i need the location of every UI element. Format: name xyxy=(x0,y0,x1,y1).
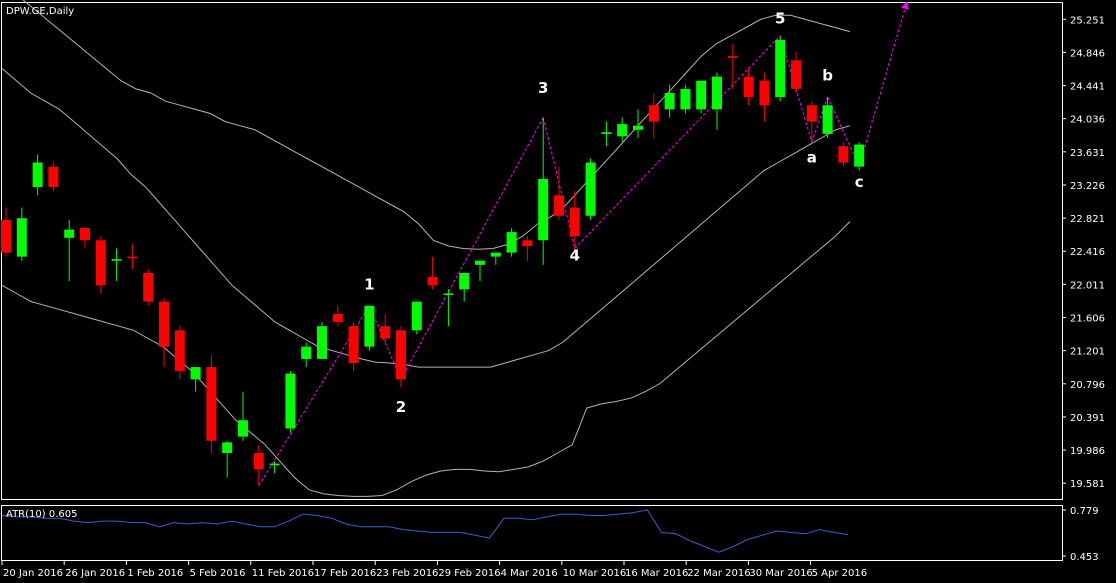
candle-body[interactable] xyxy=(791,60,801,89)
y-tick-label: 21.606 xyxy=(1070,314,1105,325)
x-tick-label: 20 Jan 2016 xyxy=(3,568,63,579)
candle-body[interactable] xyxy=(759,80,770,106)
y-tick-label: 24.846 xyxy=(1070,48,1105,59)
candle-body[interactable] xyxy=(459,273,470,290)
candle-body[interactable] xyxy=(396,330,406,380)
candle-body[interactable] xyxy=(332,313,343,323)
wave-label-5: 5 xyxy=(775,9,785,27)
candle-body[interactable] xyxy=(348,326,359,363)
y-tick-label: 19.581 xyxy=(1070,479,1105,490)
x-tick-label: 4 Mar 2016 xyxy=(501,568,558,579)
candle-body[interactable] xyxy=(364,305,375,347)
candle-body[interactable] xyxy=(554,195,564,216)
candle-body[interactable] xyxy=(269,463,280,466)
candle-body[interactable] xyxy=(111,259,122,261)
x-tick-label: 17 Feb 2016 xyxy=(314,568,376,579)
candle-body[interactable] xyxy=(475,260,485,265)
y-tick-label: 24.441 xyxy=(1070,82,1105,93)
candle-body[interactable] xyxy=(190,367,201,380)
candle-body[interactable] xyxy=(206,367,217,441)
candle-body[interactable] xyxy=(80,228,90,241)
candle-body[interactable] xyxy=(569,207,580,237)
candle-body[interactable] xyxy=(127,256,138,259)
candle-body[interactable] xyxy=(1,219,11,253)
y-tick-label: 21.201 xyxy=(1070,347,1105,358)
candle-body[interactable] xyxy=(222,442,233,453)
candle-body[interactable] xyxy=(95,240,106,286)
chart-background xyxy=(0,0,1116,583)
x-tick-label: 23 Feb 2016 xyxy=(376,568,438,579)
chart-title: DPW.GE,Daily xyxy=(6,6,74,17)
candle-body[interactable] xyxy=(238,420,248,437)
candle-body[interactable] xyxy=(712,76,722,110)
x-tick-label: 10 Mar 2016 xyxy=(563,568,626,579)
wave-label-c: c xyxy=(855,173,864,191)
candle-body[interactable] xyxy=(617,124,628,137)
x-tick-label: 30 Mar 2016 xyxy=(749,568,812,579)
candle-body[interactable] xyxy=(601,132,612,134)
y-tick-label: 22.416 xyxy=(1070,247,1105,258)
wave-label-4: 4 xyxy=(570,247,580,265)
y-tick-label: 20.391 xyxy=(1070,413,1105,424)
candle-body[interactable] xyxy=(585,162,596,216)
candle-body[interactable] xyxy=(64,229,75,238)
wave-label-1: 1 xyxy=(364,275,374,293)
candle-body[interactable] xyxy=(538,178,549,241)
candle-body[interactable] xyxy=(301,346,312,359)
y-tick-label: 19.986 xyxy=(1070,446,1105,457)
candle-body[interactable] xyxy=(159,301,169,347)
candle-body[interactable] xyxy=(822,105,833,134)
x-tick-label: 26 Jan 2016 xyxy=(65,568,125,579)
candle-body[interactable] xyxy=(522,240,533,246)
candle-body[interactable] xyxy=(317,326,327,359)
candle-body[interactable] xyxy=(380,326,391,339)
candle-body[interactable] xyxy=(411,301,422,331)
y-tick-label: 20.796 xyxy=(1070,380,1105,391)
y-tick-label: 22.821 xyxy=(1070,214,1105,225)
wave-label-3: 3 xyxy=(538,79,548,97)
candle-body[interactable] xyxy=(854,144,865,167)
x-tick-label: 22 Mar 2016 xyxy=(687,568,750,579)
y-tick-label: 23.631 xyxy=(1070,148,1105,159)
candle-body[interactable] xyxy=(16,218,27,257)
x-tick-label: 1 Feb 2016 xyxy=(127,568,183,579)
candle-body[interactable] xyxy=(253,453,264,470)
chart-window: 1 2 3 4 5 a b c 25.251 24.846 24.441 24.036 23.631 2… xyxy=(0,0,1116,583)
candle-body[interactable] xyxy=(143,273,154,302)
candle-body[interactable] xyxy=(664,93,675,110)
y-tick-label: 25.251 xyxy=(1070,15,1105,26)
candle-body[interactable] xyxy=(696,80,707,110)
candle-body[interactable] xyxy=(174,330,185,372)
candle-body[interactable] xyxy=(775,39,786,98)
candle-body[interactable] xyxy=(443,293,454,295)
atr-tick-label: 0.779 xyxy=(1070,506,1099,517)
candle-body[interactable] xyxy=(32,162,43,188)
candle-body[interactable] xyxy=(743,76,754,98)
atr-label: ATR(10) 0.605 xyxy=(6,509,77,520)
candle-body[interactable] xyxy=(648,105,659,122)
y-tick-label: 23.226 xyxy=(1070,181,1105,192)
atr-tick-label: 0.453 xyxy=(1070,552,1099,563)
candle-body[interactable] xyxy=(727,56,738,58)
x-tick-label: 16 Mar 2016 xyxy=(625,568,688,579)
x-tick-label: 5 Apr 2016 xyxy=(812,568,867,579)
candle-body[interactable] xyxy=(285,373,296,429)
x-tick-label: 29 Feb 2016 xyxy=(438,568,500,579)
candle-body[interactable] xyxy=(806,105,817,122)
wave-label-2: 2 xyxy=(396,398,406,416)
wave-label-a: a xyxy=(807,149,817,167)
candle-body[interactable] xyxy=(838,146,849,163)
candle-body[interactable] xyxy=(633,125,643,130)
candle-body[interactable] xyxy=(427,277,438,286)
x-tick-label: 5 Feb 2016 xyxy=(190,568,246,579)
candle-body[interactable] xyxy=(48,166,59,188)
candle-body[interactable] xyxy=(490,252,501,257)
candle-body[interactable] xyxy=(680,88,691,110)
y-tick-label: 22.011 xyxy=(1070,280,1105,291)
wave-label-b: b xyxy=(822,67,833,85)
candle-body[interactable] xyxy=(506,232,517,253)
y-tick-label: 24.036 xyxy=(1070,115,1105,126)
x-tick-label: 11 Feb 2016 xyxy=(252,568,314,579)
